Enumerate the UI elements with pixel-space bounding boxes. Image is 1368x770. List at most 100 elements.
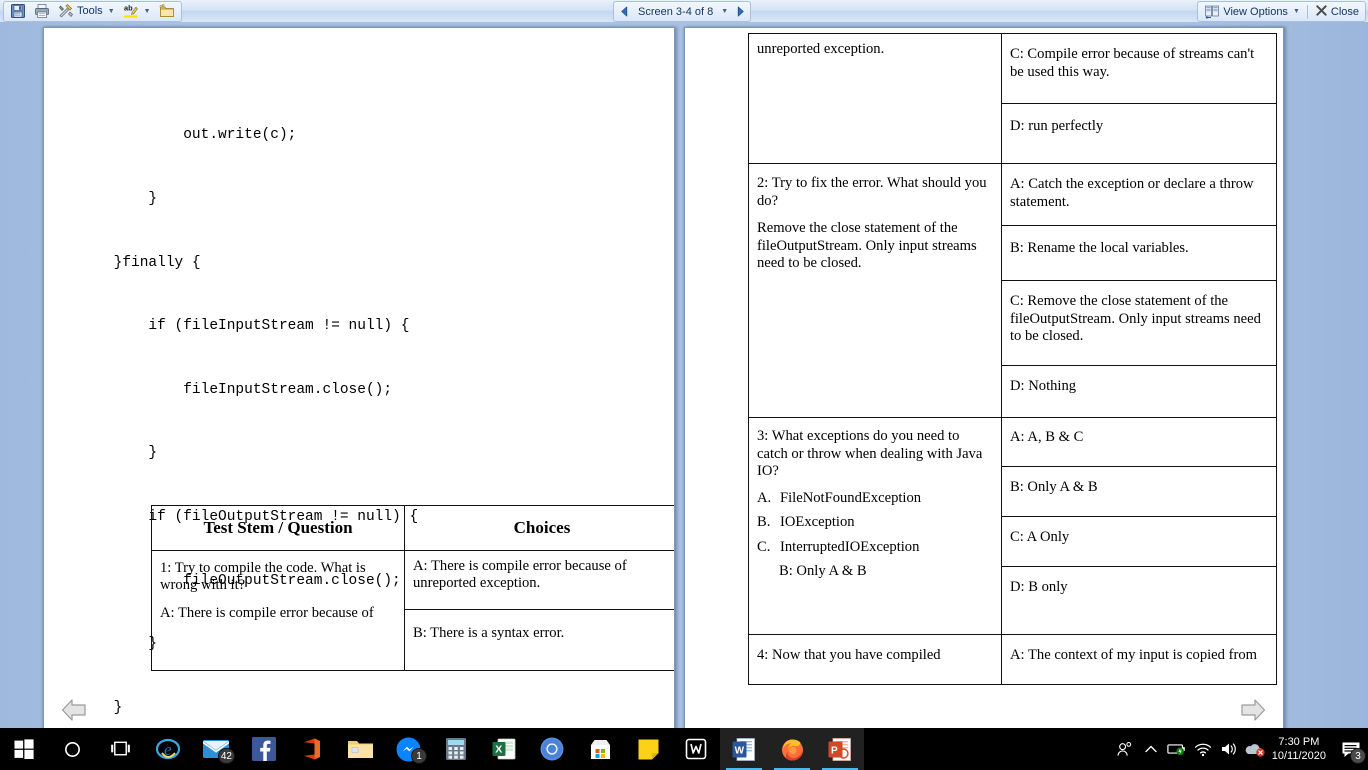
sticky-note-icon	[638, 739, 658, 759]
code-line: }finally {	[44, 254, 201, 271]
code-line: }	[44, 445, 158, 462]
code-line: }	[44, 191, 158, 208]
clock-time: 7:30 PM	[1278, 736, 1320, 748]
next-screen-button[interactable]	[732, 4, 748, 20]
taskbar-item-wondershare[interactable]	[672, 728, 720, 770]
search-button[interactable]	[48, 728, 96, 770]
choice-cell: D: run perfectly	[1001, 103, 1277, 164]
previous-screen-button[interactable]	[616, 4, 632, 20]
taskbar-item-excel[interactable]: X	[480, 728, 528, 770]
task-view-button[interactable]	[96, 728, 144, 770]
list-item: C. InterruptedIOException	[757, 539, 993, 557]
close-button[interactable]: Close	[1312, 3, 1362, 20]
screen: Tools ▼ ab ▼ Screen 3-4 of 8 ▼ View Opti…	[0, 0, 1368, 770]
question-option-list: A. FileNotFoundException B. IOException …	[757, 490, 993, 557]
highlight-button[interactable]: ab ▼	[120, 3, 154, 20]
taskbar-item-mail[interactable]: 42	[192, 728, 240, 770]
table-row: unreported exception. C: Compile error b…	[748, 33, 1277, 164]
choice-cell: C: Remove the close statement of the fil…	[1001, 280, 1277, 366]
store-icon	[590, 739, 610, 759]
show-hidden-icons-button[interactable]	[1138, 728, 1164, 770]
choice-cell: A: Catch the exception or declare a thro…	[1001, 163, 1277, 226]
chrome-icon	[540, 737, 564, 761]
code-line: out.write(c);	[44, 127, 297, 144]
toolbar-divider	[1306, 4, 1308, 19]
tools-label: Tools	[77, 5, 103, 17]
task-view-icon	[110, 741, 130, 756]
question-table-left: Test Stem / Question Choices 1: Try to c…	[151, 505, 674, 671]
printer-icon	[34, 3, 50, 19]
choice-cell: C: A Only	[1001, 516, 1277, 567]
question-answer-text: B: Only A & B	[779, 563, 867, 579]
question-continuation-cell: unreported exception.	[748, 33, 1002, 164]
tools-icon	[58, 3, 74, 19]
save-button[interactable]	[7, 3, 29, 20]
network-icon[interactable]	[1190, 728, 1216, 770]
taskbar-item-microsoft-store[interactable]	[576, 728, 624, 770]
view-options-label: View Options	[1223, 5, 1288, 18]
battery-icon[interactable]	[1164, 728, 1190, 770]
list-item: B. IOException	[757, 514, 993, 532]
question-text: 1: Try to compile the code. What is wron…	[160, 559, 366, 594]
chevron-down-icon[interactable]: ▼	[721, 8, 728, 15]
taskbar-item-office[interactable]	[288, 728, 336, 770]
question-table-right: unreported exception. C: Compile error b…	[748, 33, 1277, 685]
option-text: FileNotFoundException	[780, 489, 922, 506]
table-row: 1: Try to compile the code. What is wron…	[151, 549, 674, 671]
taskbar-item-calculator[interactable]	[432, 728, 480, 770]
calculator-icon	[446, 738, 466, 760]
system-tray: 7:30 PM 10/11/2020 3	[1112, 728, 1368, 770]
arrow-left-icon	[61, 699, 86, 721]
taskbar-item-firefox[interactable]	[768, 728, 816, 770]
table-row: 3: What exceptions do you need to catch …	[748, 417, 1277, 635]
choice-cell: D: B only	[1001, 566, 1277, 635]
notification-count-badge: 3	[1350, 748, 1366, 764]
arrow-right-icon	[737, 6, 744, 17]
document-page-left: out.write(c); } }finally { if (fileInput…	[43, 27, 675, 728]
next-page-button[interactable]	[1239, 697, 1267, 728]
folder-button[interactable]	[156, 3, 178, 20]
svg-text:P: P	[831, 745, 838, 756]
question-cell: 3: What exceptions do you need to catch …	[748, 417, 1002, 635]
reading-view-toolbar: Tools ▼ ab ▼ Screen 3-4 of 8 ▼ View Opti…	[0, 0, 1368, 23]
volume-icon[interactable]	[1216, 728, 1242, 770]
facebook-icon	[252, 737, 276, 761]
tools-button[interactable]: Tools ▼	[55, 3, 118, 20]
document-canvas[interactable]: out.write(c); } }finally { if (fileInput…	[0, 22, 1368, 728]
choice-cell: D: Nothing	[1001, 365, 1277, 418]
code-line: if (fileInputStream != null) {	[44, 318, 410, 335]
clock[interactable]: 7:30 PM 10/11/2020	[1268, 735, 1334, 763]
onedrive-icon[interactable]	[1242, 728, 1268, 770]
internet-explorer-icon: e	[155, 738, 181, 760]
question-text: 3: What exceptions do you need to catch …	[757, 428, 983, 479]
list-item: A. FileNotFoundException	[757, 490, 993, 508]
folder-icon	[347, 741, 373, 758]
view-options-button[interactable]: View Options ▼	[1201, 3, 1303, 20]
choice-cell: B: There is a syntax error.	[404, 608, 674, 671]
taskbar-item-chrome[interactable]	[528, 728, 576, 770]
view-options-icon	[1204, 4, 1220, 20]
print-button[interactable]	[31, 3, 53, 20]
previous-page-button[interactable]	[60, 697, 88, 728]
taskbar-item-sticky-notes[interactable]	[624, 728, 672, 770]
taskbar-item-powerpoint[interactable]: P	[816, 728, 864, 770]
taskbar-item-facebook[interactable]	[240, 728, 288, 770]
question-cell: 2: Try to fix the error. What should you…	[748, 163, 1002, 418]
table-row: 4: Now that you have compiled A: The con…	[748, 634, 1277, 685]
option-marker: A.	[757, 489, 772, 506]
search-icon	[64, 741, 80, 757]
taskbar-item-messenger[interactable]: 1	[384, 728, 432, 770]
save-icon	[10, 3, 26, 19]
svg-text:W: W	[735, 745, 745, 756]
taskbar-item-file-explorer[interactable]	[336, 728, 384, 770]
firefox-icon	[781, 739, 803, 760]
taskbar-item-word[interactable]: W	[720, 728, 768, 770]
taskbar-item-internet-explorer[interactable]: e	[144, 728, 192, 770]
start-button[interactable]	[0, 728, 48, 770]
choice-cell: B: Rename the local variables.	[1001, 225, 1277, 281]
question-answer-text: A: There is compile error because of	[160, 604, 374, 621]
action-center-button[interactable]: 3	[1334, 728, 1368, 770]
windows-logo-icon	[14, 739, 34, 759]
code-line: fileInputStream.close();	[44, 381, 393, 398]
people-icon[interactable]	[1112, 728, 1138, 770]
